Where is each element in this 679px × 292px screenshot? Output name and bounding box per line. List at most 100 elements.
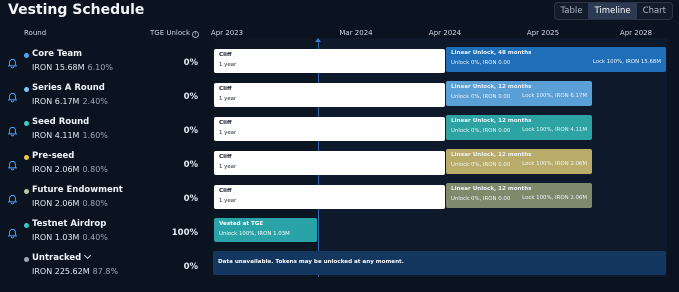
unlock-title: Linear Unlock, 12 months: [451, 84, 532, 90]
cliff-title: Cliff: [219, 188, 232, 194]
untracked-bar: Data unavailable. Tokens may be unlocked…: [213, 251, 666, 275]
series-dot: [24, 155, 29, 160]
cliff-title: Cliff: [219, 120, 232, 126]
round-percent: 1.60%: [82, 131, 108, 140]
round-percent: 2.40%: [82, 97, 108, 106]
cliff-title: Cliff: [219, 86, 232, 92]
tge-unlock-value: 0%: [183, 58, 198, 68]
timeline-date-label: Mar 2024: [339, 29, 373, 37]
round-amount: IRON 2.06M 0.80%: [32, 165, 108, 174]
view-option-chart[interactable]: Chart: [637, 3, 672, 19]
round-name: Series A Round: [32, 83, 105, 93]
table-row[interactable]: Series A Round IRON 6.17M 2.40% 0% Cliff 1…: [0, 81, 679, 117]
series-dot: [24, 87, 29, 92]
round-percent: 0.40%: [82, 233, 108, 242]
cliff-duration: 1 year: [219, 130, 237, 136]
page-title: Vesting Schedule: [8, 2, 145, 18]
tge-unlock-value: 0%: [183, 262, 198, 272]
lock-detail: Lock 100%, IRON 2.06M: [522, 195, 587, 201]
tge-vested-bar[interactable]: Vested at TGE Unlock 100%, IRON 1.03M: [214, 218, 317, 242]
tge-unlock-value: 100%: [171, 228, 198, 238]
round-amount-value: IRON 4.11M: [32, 131, 80, 140]
round-amount-value: IRON 2.06M: [32, 165, 80, 174]
lock-detail: Lock 100%, IRON 4.11M: [522, 127, 587, 133]
timeline-date-label: Apr 2025: [526, 29, 560, 37]
table-row[interactable]: Seed Round IRON 4.11M 1.60% 0% Cliff 1 yea…: [0, 115, 679, 151]
unlock-title: Linear Unlock, 12 months: [451, 152, 532, 158]
unlock-bar[interactable]: Linear Unlock, 48 months Unlock 0%, IRON …: [446, 47, 666, 72]
cliff-title: Cliff: [219, 52, 232, 58]
round-amount: IRON 2.06M 0.80%: [32, 199, 108, 208]
unlock-bar[interactable]: Linear Unlock, 12 months Unlock 0%, IRON …: [446, 115, 592, 140]
bell-icon[interactable]: [7, 126, 18, 137]
view-toggle: Table Timeline Chart: [553, 2, 673, 20]
round-percent: 0.80%: [82, 199, 108, 208]
tge-unlock-value: 0%: [183, 160, 198, 170]
series-dot: [24, 257, 29, 262]
cliff-duration: 1 year: [219, 164, 237, 170]
series-dot: [24, 121, 29, 126]
bell-icon[interactable]: [7, 194, 18, 205]
cliff-title: Cliff: [219, 154, 232, 160]
series-dot: [24, 223, 29, 228]
bell-icon[interactable]: [7, 160, 18, 171]
table-row[interactable]: Future Endowment IRON 2.06M 0.80% 0% Clif…: [0, 183, 679, 219]
unlock-bar[interactable]: Linear Unlock, 12 months Unlock 0%, IRON …: [446, 183, 592, 208]
bell-icon[interactable]: [7, 58, 18, 69]
column-header-tge-unlock-label: TGE Unlock: [150, 29, 191, 37]
cliff-bar[interactable]: Cliff 1 year: [214, 83, 445, 107]
round-name: Core Team: [32, 49, 83, 59]
round-percent: 0.80%: [82, 165, 108, 174]
series-dot: [24, 189, 29, 194]
unlock-title: Linear Unlock, 12 months: [451, 186, 532, 192]
column-header-tge-unlock: TGE Unlock i: [150, 29, 200, 38]
round-amount-value: IRON 1.03M: [32, 233, 80, 242]
round-name: Future Endowment: [32, 185, 123, 195]
unlock-bar[interactable]: Linear Unlock, 12 months Unlock 0%, IRON …: [446, 149, 592, 174]
cliff-bar[interactable]: Cliff 1 year: [214, 49, 445, 73]
series-dot: [24, 53, 29, 58]
table-row[interactable]: Pre-seed IRON 2.06M 0.80% 0% Cliff 1 year …: [0, 149, 679, 185]
table-row[interactable]: Core Team IRON 15.68M 6.10% 0% Cliff 1 yea…: [0, 47, 679, 83]
tge-vested-detail: Unlock 100%, IRON 1.03M: [219, 231, 290, 237]
view-option-timeline[interactable]: Timeline: [588, 3, 637, 19]
round-name-label: Untracked: [32, 253, 82, 263]
round-amount: IRON 15.68M 6.10%: [32, 63, 113, 72]
round-name: Seed Round: [32, 117, 90, 127]
timeline-date-label: Apr 2028: [619, 29, 653, 37]
tge-unlock-value: 0%: [183, 194, 198, 204]
tge-unlock-value: 0%: [183, 92, 198, 102]
lock-detail: Lock 100%, IRON 2.06M: [522, 161, 587, 167]
lock-detail: Lock 100%, IRON 6.17M: [522, 93, 587, 99]
view-option-table[interactable]: Table: [555, 3, 589, 19]
cliff-bar[interactable]: Cliff 1 year: [214, 151, 445, 175]
cliff-duration: 1 year: [219, 62, 237, 68]
round-percent: 6.10%: [87, 63, 113, 72]
chevron-down-icon[interactable]: [84, 251, 92, 260]
round-amount: IRON 4.11M 1.60%: [32, 131, 108, 140]
table-row[interactable]: Untracked IRON 225.62M 87.8% 0% Data unav…: [0, 251, 679, 287]
round-percent: 87.8%: [92, 267, 119, 276]
round-amount: IRON 6.17M 2.40%: [32, 97, 108, 106]
round-amount-value: IRON 2.06M: [32, 199, 80, 208]
round-amount: IRON 1.03M 0.40%: [32, 233, 108, 242]
timeline-date-label: Apr 2023: [210, 29, 244, 37]
unlock-bar[interactable]: Linear Unlock, 12 months Unlock 0%, IRON …: [446, 81, 592, 106]
today-marker-icon: [315, 38, 321, 42]
cliff-bar[interactable]: Cliff 1 year: [214, 117, 445, 141]
cliff-bar[interactable]: Cliff 1 year: [214, 185, 445, 209]
round-name[interactable]: Untracked: [32, 251, 92, 263]
bell-icon[interactable]: [7, 228, 18, 239]
timeline-date-label: Apr 2024: [428, 29, 462, 37]
table-row[interactable]: Testnet Airdrop IRON 1.03M 0.40% 100% Ves…: [0, 218, 679, 253]
round-amount-value: IRON 225.62M: [32, 267, 90, 276]
lock-detail: Lock 100%, IRON 15.68M: [592, 59, 661, 65]
round-amount-value: IRON 15.68M: [32, 63, 85, 72]
unlock-title: Linear Unlock, 12 months: [451, 118, 532, 124]
round-name: Testnet Airdrop: [32, 219, 107, 229]
bell-icon[interactable]: [7, 92, 18, 103]
cliff-duration: 1 year: [219, 198, 237, 204]
tge-unlock-value: 0%: [183, 126, 198, 136]
tge-vested-title: Vested at TGE: [219, 221, 264, 227]
round-name: Pre-seed: [32, 151, 75, 161]
